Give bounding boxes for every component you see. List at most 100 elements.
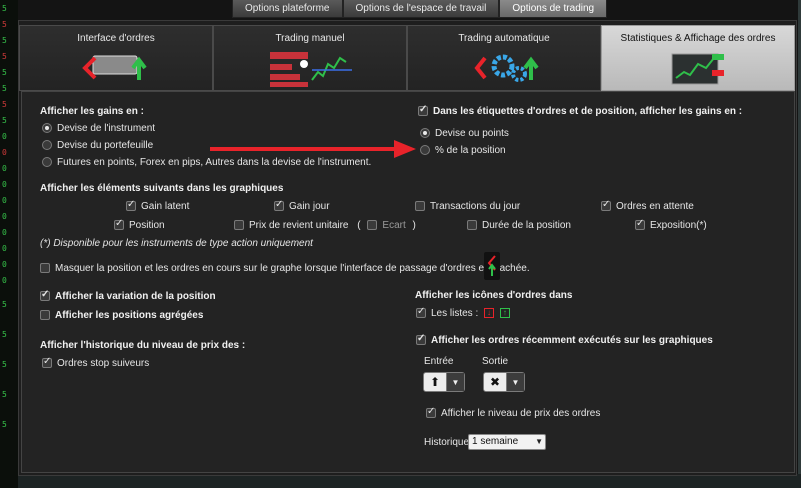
radio-button[interactable] xyxy=(42,140,52,151)
checkbox[interactable] xyxy=(467,220,477,231)
radio-devise-instrument[interactable]: Devise de l'instrument xyxy=(42,123,155,134)
top-tab-bar: Options plateforme Options de l'espace d… xyxy=(232,0,608,18)
checkbox[interactable] xyxy=(416,333,426,346)
checkbox-gain-latent[interactable]: Gain latent xyxy=(126,199,190,212)
checkbox-transactions-jour[interactable]: Transactions du jour xyxy=(415,201,520,212)
checkbox-label: Ordres en attente xyxy=(616,201,694,212)
checkbox[interactable] xyxy=(114,218,124,231)
sortie-icon-dropdown[interactable]: ✖ ▼ xyxy=(483,372,525,392)
entree-label: Entrée xyxy=(424,356,454,367)
background-number: 5 xyxy=(2,84,7,93)
checkbox-masquer-position[interactable]: Masquer la position et les ordres en cou… xyxy=(40,263,530,274)
checkbox-variation-position[interactable]: Afficher la variation de la position xyxy=(40,289,216,302)
background-bottom xyxy=(18,474,801,488)
checkbox-label: Gain jour xyxy=(289,201,330,212)
checkbox[interactable] xyxy=(416,306,426,319)
icones-title: Afficher les icônes d'ordres dans xyxy=(415,290,573,301)
radio-devise-portefeuille[interactable]: Devise du portefeuille xyxy=(42,140,153,151)
chevron-down-icon: ▼ xyxy=(446,373,464,391)
checkbox-label: Dans les étiquettes d'ordres et de posit… xyxy=(433,106,743,117)
checkbox-les-listes[interactable]: Les listes : ↓ ↑ xyxy=(416,306,510,319)
radio-label: Devise du portefeuille xyxy=(57,140,154,151)
radio-button[interactable] xyxy=(420,128,430,139)
checkbox-positions-agregees[interactable]: Afficher les positions agrégées xyxy=(40,310,203,321)
background-number: 5 xyxy=(2,116,7,125)
sell-order-icon: ↓ xyxy=(484,308,495,319)
subtab-trading-automatique[interactable]: Trading automatique xyxy=(407,25,601,91)
checkbox-label: Prix de revient unitaire xyxy=(249,220,349,231)
checkbox-prix-revient[interactable]: Prix de revient unitaire ( Ecart ) xyxy=(234,220,416,231)
background-number: 5 xyxy=(2,330,7,339)
entree-icon-dropdown[interactable]: ⬆ ▼ xyxy=(423,372,465,392)
checkbox-ordres-attente[interactable]: Ordres en attente xyxy=(601,199,694,212)
subtab-interface-ordres[interactable]: Interface d'ordres xyxy=(19,25,213,91)
subtab-statistiques-affichage[interactable]: Statistiques & Affichage des ordres xyxy=(601,25,795,91)
checkbox-label: Ordres stop suiveurs xyxy=(57,358,150,369)
checkbox[interactable] xyxy=(426,406,436,419)
checkbox-label: Afficher les positions agrégées xyxy=(55,310,204,321)
background-number: 5 xyxy=(2,300,7,309)
tab-options-plateforme[interactable]: Options plateforme xyxy=(232,0,343,18)
tab-options-trading[interactable]: Options de trading xyxy=(499,0,608,18)
tab-options-espace-travail[interactable]: Options de l'espace de travail xyxy=(342,0,500,18)
paren-close: ) xyxy=(412,220,416,231)
checkbox[interactable] xyxy=(42,356,52,369)
subtab-label: Trading manuel xyxy=(275,33,345,44)
background-number: 5 xyxy=(2,360,7,369)
historique-title: Afficher l'historique du niveau de prix … xyxy=(40,340,246,351)
background-app-strip: 5 5 5 5 5 5 5 5 0 0 0 0 0 0 0 0 0 0 5 5 … xyxy=(0,0,18,488)
checkbox[interactable] xyxy=(418,104,428,117)
chevron-down-icon: ▼ xyxy=(506,373,524,391)
radio-button[interactable] xyxy=(420,145,430,156)
radio-button[interactable] xyxy=(42,157,52,168)
background-number: 0 xyxy=(2,164,7,173)
historique-select[interactable]: 1 semaine ▼ xyxy=(468,434,546,450)
subtab-label: Statistiques & Affichage des ordres xyxy=(620,33,776,44)
checkbox[interactable] xyxy=(40,310,50,321)
background-number: 0 xyxy=(2,228,7,237)
background-number: 0 xyxy=(2,212,7,221)
order-arrows-icon xyxy=(484,252,500,280)
order-interface-icon xyxy=(82,55,147,80)
checkbox[interactable] xyxy=(415,201,425,212)
statistics-chart-icon xyxy=(671,53,724,85)
checkbox-niveau-prix[interactable]: Afficher le niveau de prix des ordres xyxy=(426,406,601,419)
checkbox[interactable] xyxy=(234,220,244,231)
checkbox[interactable] xyxy=(635,218,645,231)
chevron-down-icon: ▼ xyxy=(535,437,543,446)
background-number: 0 xyxy=(2,260,7,269)
labels-gains-checkbox[interactable]: Dans les étiquettes d'ordres et de posit… xyxy=(418,104,743,117)
options-window: Interface d'ordres Trading manuel Tradin… xyxy=(18,20,797,476)
checkbox-label: Durée de la position xyxy=(482,220,571,231)
checkbox[interactable] xyxy=(126,199,136,212)
checkbox-label: Afficher le niveau de prix des ordres xyxy=(441,408,601,419)
paren-open: ( xyxy=(357,220,361,231)
sub-tab-bar: Interface d'ordres Trading manuel Tradin… xyxy=(19,25,798,91)
radio-pourcent-position[interactable]: % de la position xyxy=(420,145,506,156)
checkbox-ecart[interactable] xyxy=(367,220,378,231)
checkbox-label: Masquer la position et les ordres en cou… xyxy=(55,263,530,274)
checkbox-exposition[interactable]: Exposition(*) xyxy=(635,218,707,231)
checkbox-gain-jour[interactable]: Gain jour xyxy=(274,199,330,212)
subtab-label: Trading automatique xyxy=(458,33,550,44)
checkbox-duree-position[interactable]: Durée de la position xyxy=(467,220,571,231)
radio-devise-points[interactable]: Devise ou points xyxy=(420,128,509,139)
checkbox[interactable] xyxy=(601,199,611,212)
radio-label: % de la position xyxy=(435,145,506,156)
checkbox-label: Gain latent xyxy=(141,201,190,212)
checkbox[interactable] xyxy=(274,199,284,212)
historique-value: 1 semaine xyxy=(472,436,519,447)
checkbox-label: Ecart xyxy=(382,220,406,231)
gains-title: Afficher les gains en : xyxy=(40,106,144,117)
checkbox-position[interactable]: Position xyxy=(114,218,165,231)
background-number: 5 xyxy=(2,100,7,109)
subtab-trading-manuel[interactable]: Trading manuel xyxy=(213,25,407,91)
radio-button[interactable] xyxy=(42,123,52,134)
checkbox-stop-suiveurs[interactable]: Ordres stop suiveurs xyxy=(42,356,150,369)
checkbox-ordres-recents[interactable]: Afficher les ordres récemment exécutés s… xyxy=(416,333,713,346)
background-number: 0 xyxy=(2,180,7,189)
background-number: 0 xyxy=(2,148,7,157)
checkbox[interactable] xyxy=(40,289,50,302)
checkbox[interactable] xyxy=(40,263,50,274)
background-number: 5 xyxy=(2,20,7,29)
